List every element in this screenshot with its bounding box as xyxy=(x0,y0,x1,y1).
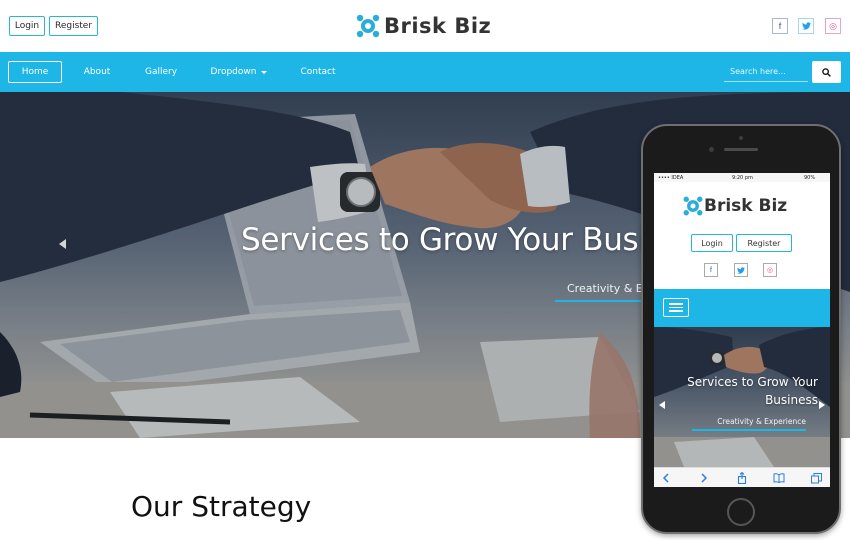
main-navbar: Home About Gallery Dropdown Contact xyxy=(0,52,850,92)
phone-home-button[interactable] xyxy=(727,498,755,526)
phone-speaker xyxy=(724,148,758,151)
login-button[interactable]: Login xyxy=(9,16,45,36)
mobile-login-button[interactable]: Login xyxy=(691,234,733,252)
browser-toolbar xyxy=(654,467,830,487)
section-title-strategy: Our Strategy xyxy=(131,490,312,523)
mobile-facebook-icon[interactable]: f xyxy=(704,263,718,277)
mobile-register-button[interactable]: Register xyxy=(736,234,792,252)
phone-mockup: •••• IDEA 9:20 pm 90% Brisk Biz Login Re… xyxy=(641,124,841,534)
slider-prev-arrow-icon[interactable] xyxy=(59,239,66,249)
logo-text: Brisk Biz xyxy=(384,14,492,38)
mobile-logo[interactable]: Brisk Biz xyxy=(682,195,787,217)
back-arrow-icon[interactable] xyxy=(659,472,673,484)
phone-screen: •••• IDEA 9:20 pm 90% Brisk Biz Login Re… xyxy=(654,173,830,487)
mobile-hero-subtitle: Creativity & Experience xyxy=(717,417,806,426)
search-input[interactable] xyxy=(724,62,808,82)
search-button[interactable] xyxy=(812,61,841,83)
logo-mark-icon xyxy=(683,196,703,216)
hero-subtitle-underline xyxy=(555,300,645,302)
hero-title: Services to Grow Your Business xyxy=(241,222,641,258)
logo-mark-icon xyxy=(355,13,381,39)
phone-sensor xyxy=(739,136,743,140)
chevron-down-icon xyxy=(261,70,268,74)
status-carrier: •••• IDEA xyxy=(658,175,684,181)
nav-item-dropdown[interactable]: Dropdown xyxy=(210,61,268,83)
phone-status-bar: •••• IDEA 9:20 pm 90% xyxy=(654,173,830,182)
register-button[interactable]: Register xyxy=(49,16,98,36)
mobile-hero-title: Services to Grow Your Business xyxy=(654,373,818,409)
page: Login Register Brisk Biz f ◎ Home About … xyxy=(0,0,850,540)
mobile-hero-title-line2: Business xyxy=(765,393,818,407)
mobile-hero-slider: Services to Grow Your Business Creativit… xyxy=(654,327,830,467)
status-time: 9:20 pm xyxy=(732,175,753,181)
nav-item-contact[interactable]: Contact xyxy=(300,61,336,83)
mobile-slider-next-icon[interactable] xyxy=(819,401,825,409)
logo[interactable]: Brisk Biz xyxy=(355,10,491,42)
nav-item-home[interactable]: Home xyxy=(8,61,62,83)
mobile-logo-text: Brisk Biz xyxy=(704,196,788,216)
dribbble-icon[interactable]: ◎ xyxy=(825,18,841,34)
mobile-dribbble-icon[interactable]: ◎ xyxy=(763,263,777,277)
forward-arrow-icon[interactable] xyxy=(697,472,711,484)
hamburger-menu-icon[interactable] xyxy=(663,298,689,317)
tabs-icon[interactable] xyxy=(809,472,823,484)
twitter-icon[interactable] xyxy=(798,18,814,34)
mobile-twitter-icon[interactable] xyxy=(734,263,748,277)
mobile-hero-subtitle-underline xyxy=(692,429,806,431)
nav-item-gallery[interactable]: Gallery xyxy=(143,61,179,83)
facebook-icon[interactable]: f xyxy=(772,18,788,34)
mobile-hero-title-line1: Services to Grow Your xyxy=(687,375,818,389)
share-icon[interactable] xyxy=(735,472,749,484)
search-icon xyxy=(822,67,831,77)
mobile-navbar xyxy=(654,289,830,327)
nav-item-about[interactable]: About xyxy=(80,61,114,83)
top-bar: Login Register Brisk Biz f ◎ xyxy=(0,0,850,52)
phone-camera-icon xyxy=(709,147,714,152)
bookmarks-icon[interactable] xyxy=(772,472,786,484)
nav-dropdown-label: Dropdown xyxy=(210,67,257,77)
status-battery: 90% xyxy=(804,175,816,181)
